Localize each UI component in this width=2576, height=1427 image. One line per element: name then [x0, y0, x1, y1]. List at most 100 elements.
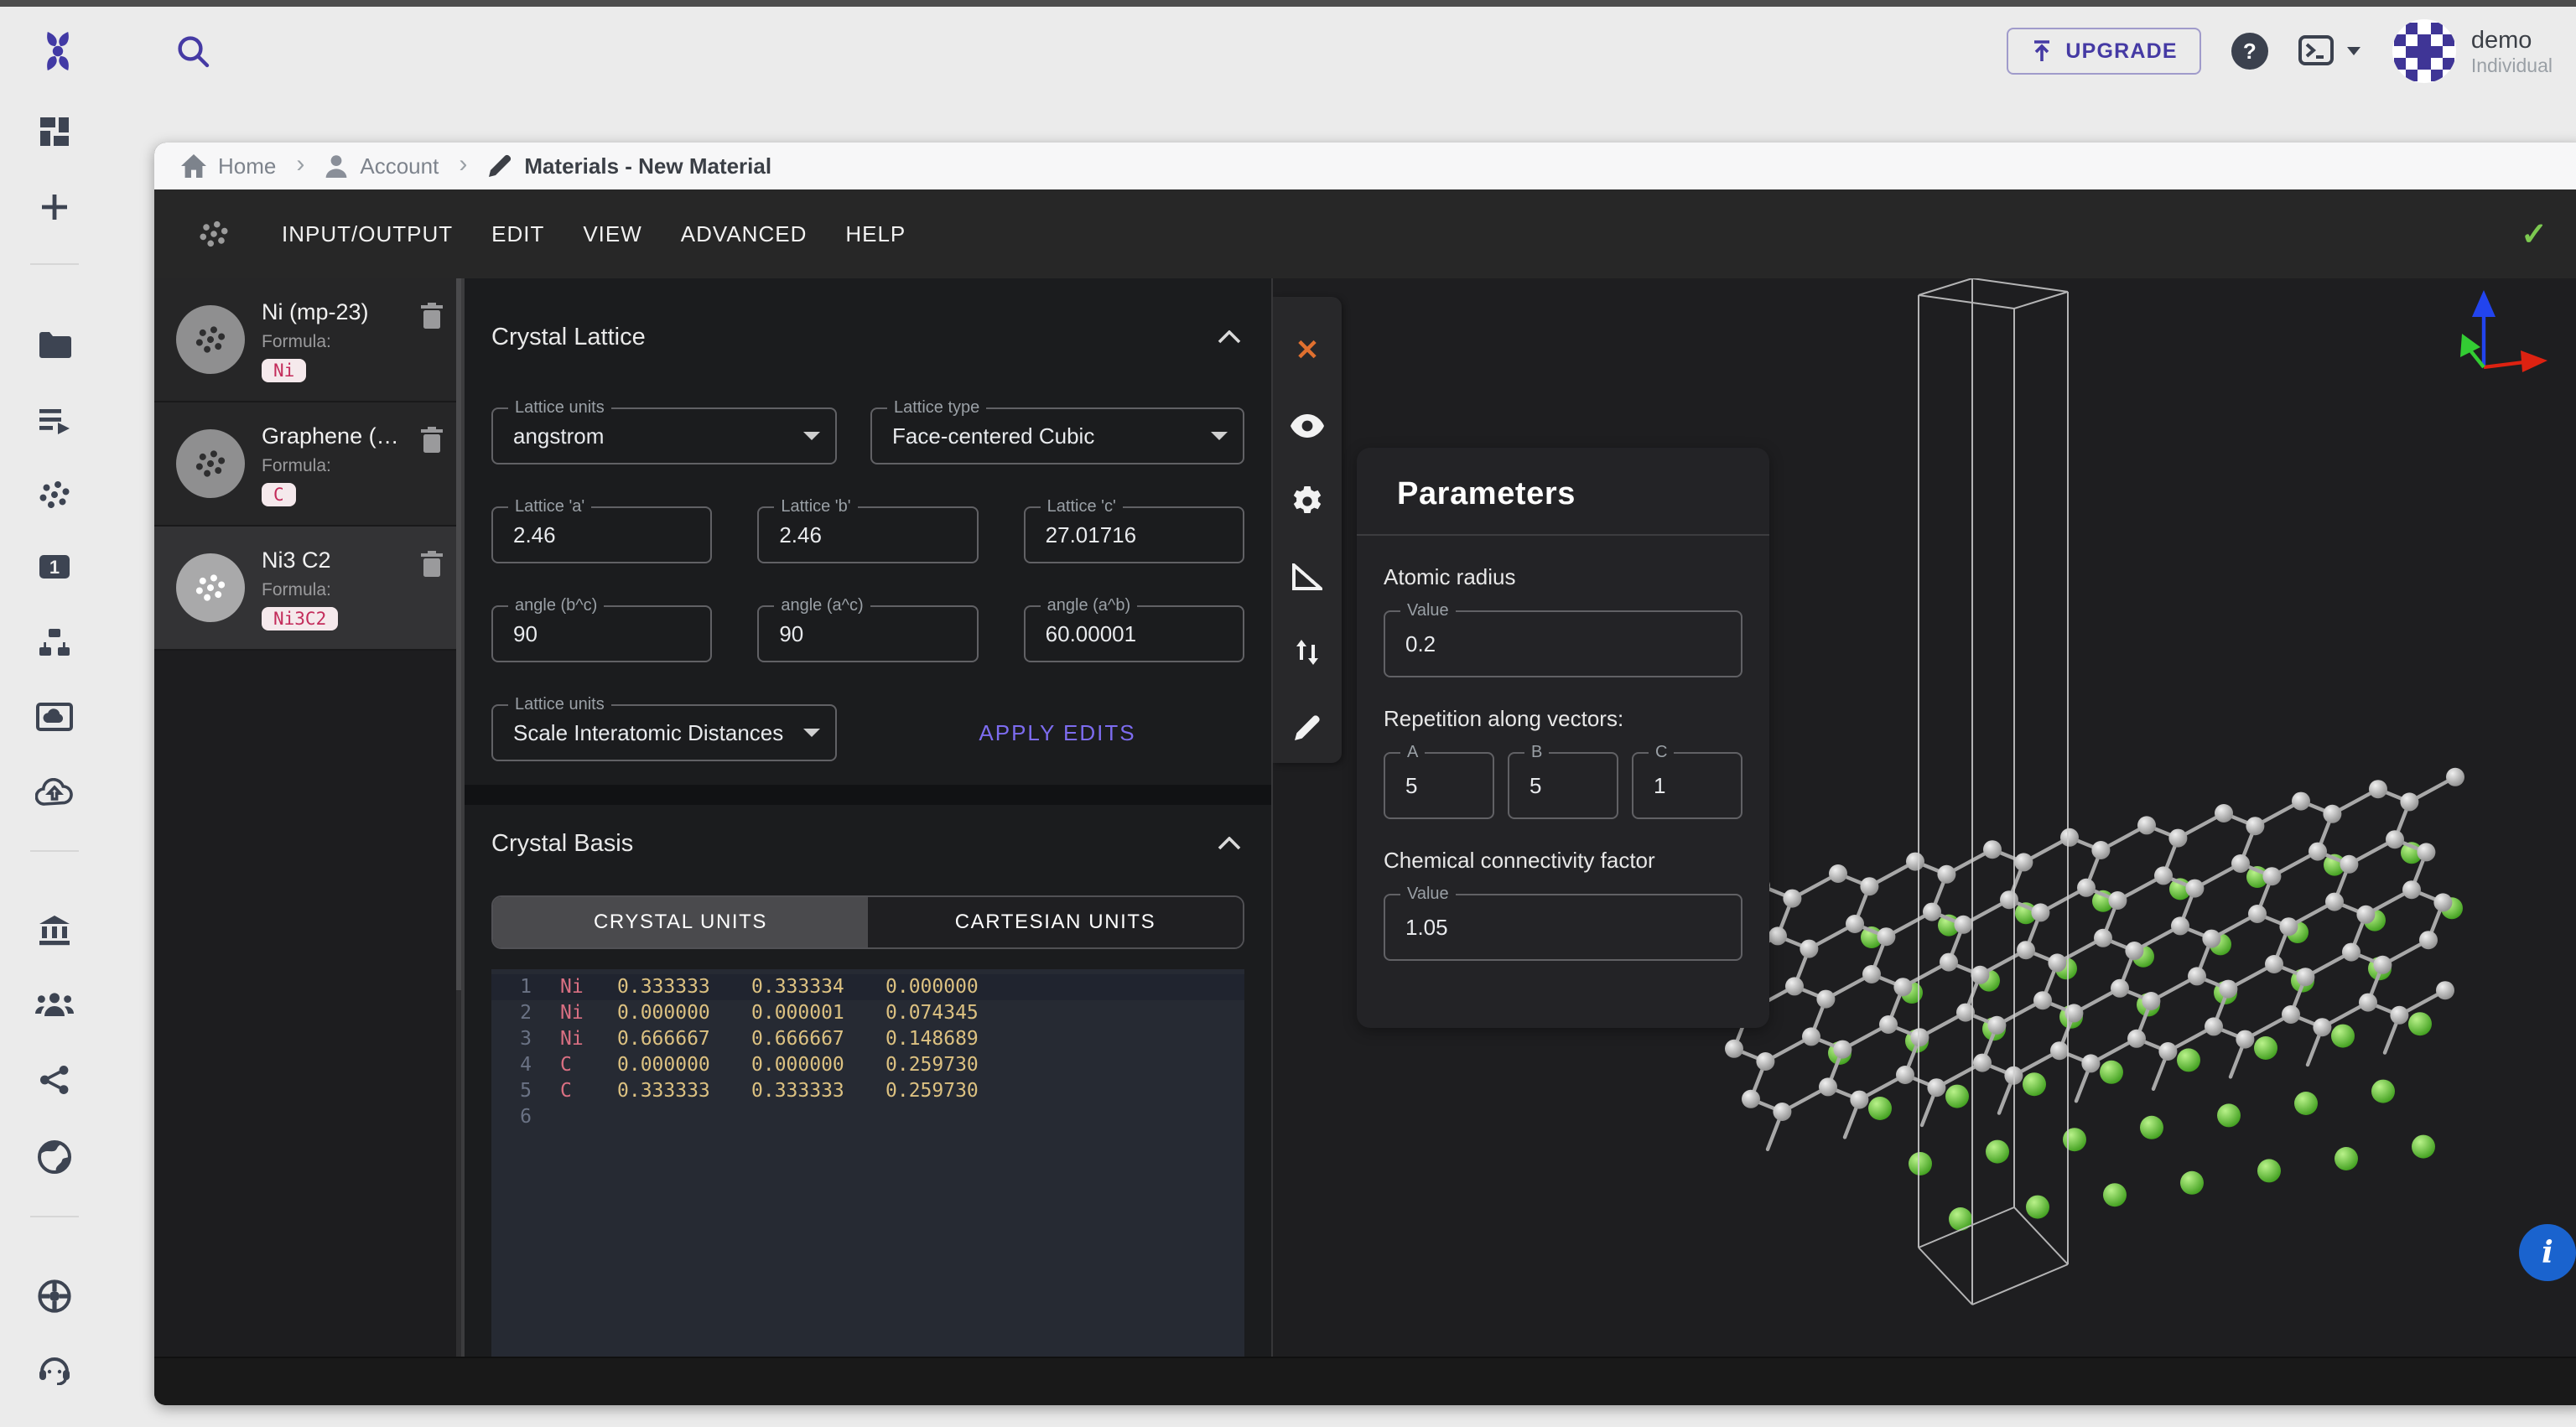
material-item-graphene[interactable]: Graphene (… Formula: C	[154, 402, 461, 527]
angle-bc-input[interactable]: angle (b^c) 90	[491, 605, 712, 662]
jobs-playlist-icon[interactable]	[38, 406, 71, 434]
lattice-a-input[interactable]: Lattice 'a' 2.46	[491, 506, 712, 563]
materials-molecule-icon[interactable]	[36, 480, 73, 510]
section-gap	[465, 785, 1271, 805]
select-caret-icon	[803, 432, 820, 440]
material-name: Ni3 C2	[262, 547, 419, 573]
tab-cartesian-units[interactable]: CARTESIAN UNITS	[868, 897, 1243, 947]
material-name: Graphene (…	[262, 423, 419, 449]
user-name: demo	[2471, 26, 2553, 54]
window-footer	[154, 1357, 2576, 1405]
globe-icon[interactable]	[38, 1140, 71, 1174]
app-logo-icon[interactable]	[35, 29, 80, 74]
connectivity-input[interactable]: Value 1.05	[1384, 894, 1742, 961]
headset-icon[interactable]	[37, 1355, 72, 1385]
breadcrumb-account[interactable]: Account	[325, 153, 439, 179]
scale-units-select[interactable]: Lattice units Scale Interatomic Distance…	[491, 704, 837, 761]
pencil-icon	[487, 153, 512, 179]
tab-crystal-units[interactable]: CRYSTAL UNITS	[493, 897, 868, 947]
menu-input-output[interactable]: INPUT/OUTPUT	[282, 221, 453, 247]
delete-material-icon[interactable]	[419, 550, 444, 579]
collapse-chevron-icon[interactable]	[1214, 833, 1244, 854]
axes-widget	[2420, 287, 2551, 391]
angle-ac-input[interactable]: angle (a^c) 90	[757, 605, 978, 662]
measure-ruler-icon[interactable]	[1292, 562, 1322, 592]
atomic-radius-label: Atomic radius	[1384, 564, 1742, 590]
menu-view[interactable]: VIEW	[583, 221, 641, 247]
select-caret-icon	[1211, 432, 1228, 440]
basis-row: 2Ni0.0000000.0000010.074345	[491, 1000, 1244, 1026]
angle-ab-input[interactable]: angle (a^b) 60.00001	[1024, 605, 1244, 662]
formula-label: Formula:	[262, 332, 419, 352]
sidebar-divider	[30, 263, 79, 265]
help-icon[interactable]: ?	[2231, 33, 2268, 70]
repetition-c-input[interactable]: C 1	[1632, 752, 1742, 819]
save-check-icon[interactable]: ✓	[2521, 215, 2547, 253]
plus-icon[interactable]	[39, 191, 70, 223]
lattice-units-select[interactable]: Lattice units angstrom	[491, 407, 837, 464]
sidebar-divider	[30, 1216, 79, 1217]
svg-text:1: 1	[49, 557, 60, 578]
delete-material-icon[interactable]	[419, 302, 444, 330]
breadcrumb-separator: ›	[459, 150, 467, 179]
section-title: Crystal Lattice	[491, 324, 646, 351]
wheel-icon[interactable]	[38, 1279, 71, 1313]
delete-material-icon[interactable]	[419, 426, 444, 454]
breadcrumb-home[interactable]: Home	[181, 153, 276, 179]
collapse-chevron-icon[interactable]	[1214, 327, 1244, 347]
search-icon[interactable]	[174, 33, 211, 70]
repetition-b-input[interactable]: B 5	[1508, 752, 1618, 819]
material-item-ni3c2[interactable]: Ni3 C2 Formula: Ni3C2	[154, 527, 461, 651]
gear-icon[interactable]	[1292, 486, 1322, 516]
image-cloud-icon[interactable]	[36, 703, 73, 731]
workflow-tree-icon[interactable]	[38, 627, 71, 657]
upgrade-button[interactable]: UPGRADE	[2007, 28, 2200, 75]
menu-advanced[interactable]: ADVANCED	[681, 221, 808, 247]
basis-row: 1Ni0.3333330.3333340.000000	[491, 974, 1244, 1000]
apply-edits-button[interactable]: APPLY EDITS	[969, 719, 1145, 748]
user-menu[interactable]: demo Individual	[2392, 19, 2553, 83]
avatar	[2392, 19, 2456, 83]
breadcrumb: Home › Account › Materials - New Materia…	[154, 143, 2576, 189]
upgrade-arrow-icon	[2030, 39, 2054, 63]
material-name: Ni (mp-23)	[262, 299, 419, 325]
molecule-icon	[195, 218, 233, 250]
lattice-type-select[interactable]: Lattice type Face-centered Cubic	[870, 407, 1244, 464]
connectivity-label: Chemical connectivity factor	[1384, 848, 1742, 874]
swap-axes-icon[interactable]	[1294, 637, 1321, 667]
breadcrumb-current: Materials - New Material	[487, 153, 771, 179]
lattice-b-input[interactable]: Lattice 'b' 2.46	[757, 506, 978, 563]
editor-column: Crystal Lattice Lattice units angstrom L…	[461, 278, 1271, 1357]
app-sidebar: 1	[0, 96, 109, 1427]
close-icon[interactable]: ✕	[1296, 335, 1320, 366]
menu-edit[interactable]: EDIT	[491, 221, 544, 247]
formula-label: Formula:	[262, 580, 419, 600]
structure-viewer[interactable]: ✕ Parameters At	[1271, 278, 2576, 1357]
lattice-c-input[interactable]: Lattice 'c' 27.01716	[1024, 506, 1244, 563]
one-badge-icon[interactable]: 1	[38, 553, 71, 580]
pencil-icon[interactable]	[1293, 713, 1322, 743]
basis-row: 5C0.3333330.3333330.259730	[491, 1078, 1244, 1104]
share-icon[interactable]	[39, 1065, 70, 1095]
atomic-radius-input[interactable]: Value 0.2	[1384, 610, 1742, 677]
basis-row: 3Ni0.6666670.6666670.148689	[491, 1026, 1244, 1052]
sidebar-divider	[30, 850, 79, 852]
info-button[interactable]: i	[2519, 1224, 2576, 1281]
select-caret-icon	[803, 729, 820, 737]
repetition-a-input[interactable]: A 5	[1384, 752, 1494, 819]
repetition-label: Repetition along vectors:	[1384, 706, 1742, 732]
material-item-ni[interactable]: Ni (mp-23) Formula: Ni	[154, 278, 461, 402]
main-window: Home › Account › Materials - New Materia…	[154, 143, 2576, 1405]
menu-help[interactable]: HELP	[845, 221, 906, 247]
crystal-basis-section: Crystal Basis CRYSTAL UNITS CARTESIAN UN…	[465, 823, 1271, 1357]
cloud-upload-icon[interactable]	[35, 778, 74, 807]
people-icon[interactable]	[34, 991, 75, 1018]
console-menu-button[interactable]	[2298, 34, 2362, 68]
basis-code-editor[interactable]: 1Ni0.3333330.3333340.000000 2Ni0.0000000…	[491, 969, 1244, 1357]
eye-icon[interactable]	[1291, 411, 1324, 441]
crystal-lattice-section: Crystal Lattice Lattice units angstrom L…	[465, 317, 1271, 761]
folder-icon[interactable]	[38, 330, 71, 359]
dashboard-icon[interactable]	[39, 116, 70, 148]
formula-chip: Ni3C2	[262, 607, 338, 630]
bank-icon[interactable]	[38, 916, 71, 946]
